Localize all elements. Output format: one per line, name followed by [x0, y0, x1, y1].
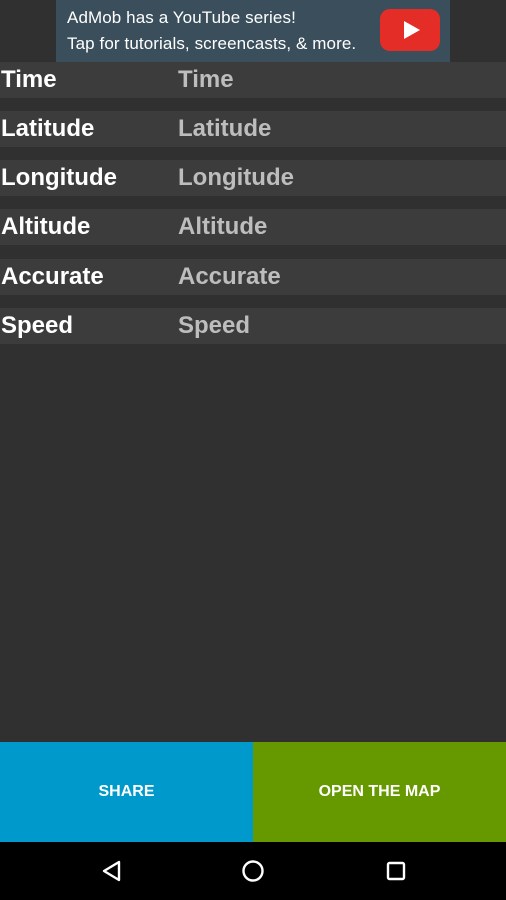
ad-subline: Tap for tutorials, screencasts, & more. [67, 34, 357, 53]
field-row-speed: Speed Speed [0, 308, 506, 344]
ad-banner[interactable]: AdMob has a YouTube series! Tap for tuto… [56, 0, 450, 62]
ad-headline: AdMob has a YouTube series! [67, 8, 296, 27]
field-value-latitude: Latitude [178, 115, 272, 142]
back-triangle-icon [102, 860, 121, 882]
field-row-time: Time Time [0, 62, 506, 98]
field-label-speed: Speed [1, 312, 74, 339]
open-map-button[interactable]: OPEN THE MAP [253, 742, 506, 842]
system-navigation-bar [0, 842, 506, 900]
recent-apps-button[interactable] [356, 842, 436, 900]
field-value-accurate: Accurate [178, 263, 281, 290]
recent-apps-square-icon [386, 861, 406, 881]
share-button[interactable]: SHARE [0, 742, 253, 842]
field-label-time: Time [1, 66, 57, 93]
field-row-latitude: Latitude Latitude [0, 111, 506, 147]
ad-area: AdMob has a YouTube series! Tap for tuto… [0, 0, 506, 62]
back-button[interactable] [72, 842, 152, 900]
field-label-altitude: Altitude [1, 213, 91, 240]
field-row-altitude: Altitude Altitude [0, 209, 506, 245]
field-value-time: Time [178, 66, 234, 93]
field-value-speed: Speed [178, 312, 251, 339]
field-label-latitude: Latitude [1, 115, 95, 142]
home-button[interactable] [213, 842, 293, 900]
field-row-accurate: Accurate Accurate [0, 259, 506, 295]
field-value-altitude: Altitude [178, 213, 268, 240]
youtube-play-icon[interactable] [380, 9, 440, 51]
field-value-longitude: Longitude [178, 164, 294, 191]
play-triangle-icon [404, 21, 420, 39]
field-row-longitude: Longitude Longitude [0, 160, 506, 196]
field-label-longitude: Longitude [1, 164, 117, 191]
field-label-accurate: Accurate [1, 263, 104, 290]
home-circle-icon [242, 860, 264, 882]
